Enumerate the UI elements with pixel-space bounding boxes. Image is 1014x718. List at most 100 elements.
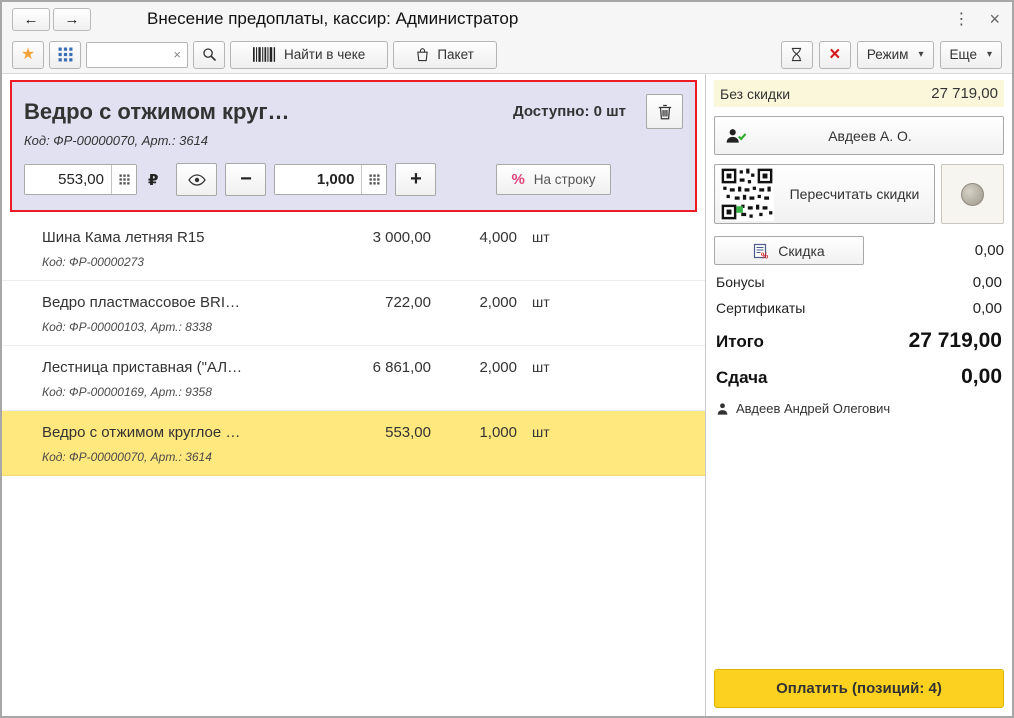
forward-arrow-icon: → bbox=[65, 11, 80, 28]
quantity-input-box bbox=[274, 164, 387, 195]
decrease-qty-button[interactable]: − bbox=[225, 163, 266, 196]
item-unit: шт bbox=[517, 294, 567, 310]
list-item[interactable]: Шина Кама летняя R15 3 000,00 4,000 шт К… bbox=[2, 216, 705, 281]
spacer bbox=[714, 416, 1004, 669]
chevron-down-icon: ▾ bbox=[987, 49, 992, 60]
price-input-box bbox=[24, 164, 137, 195]
price-input[interactable] bbox=[25, 165, 111, 194]
discount-doc-icon: % bbox=[753, 243, 769, 259]
total-row: Итого 27 719,00 bbox=[714, 329, 1004, 353]
app-window: ← → Внесение предоплаты, кассир: Админис… bbox=[0, 0, 1014, 718]
close-icon[interactable]: × bbox=[987, 9, 1002, 30]
favorites-button[interactable]: ★ bbox=[12, 41, 44, 69]
back-button[interactable]: ← bbox=[12, 8, 50, 31]
total-value: 27 719,00 bbox=[909, 329, 1002, 353]
minus-icon: − bbox=[240, 168, 252, 191]
list-item-main: Лестница приставная ("АЛ… 6 861,00 2,000… bbox=[2, 359, 705, 376]
discount-button[interactable]: % Скидка bbox=[714, 236, 864, 265]
list-item-selected[interactable]: Ведро с отжимом круглое … 553,00 1,000 ш… bbox=[2, 411, 705, 476]
bag-icon bbox=[416, 47, 429, 62]
mode-dropdown-button[interactable]: Режим ▾ bbox=[857, 41, 934, 69]
customer-short-name: Авдеев А. О. bbox=[747, 128, 993, 144]
clear-search-icon[interactable]: × bbox=[167, 47, 187, 62]
more-label: Еще bbox=[950, 47, 977, 62]
qr-row: Пересчитать скидки bbox=[714, 164, 1004, 224]
quantity-input[interactable] bbox=[275, 165, 361, 194]
change-value: 0,00 bbox=[961, 365, 1002, 389]
item-qty: 2,000 bbox=[431, 294, 517, 311]
recalc-discounts-label: Пересчитать скидки bbox=[780, 185, 929, 203]
line-discount-button[interactable]: % На строку bbox=[496, 164, 610, 195]
item-price: 3 000,00 bbox=[319, 229, 431, 246]
more-dropdown-button[interactable]: Еще ▾ bbox=[940, 41, 1003, 69]
item-price: 6 861,00 bbox=[319, 359, 431, 376]
numpad-icon[interactable] bbox=[361, 165, 386, 194]
discount-row: % Скидка 0,00 bbox=[714, 236, 1004, 265]
ruble-sign: ₽ bbox=[148, 171, 158, 189]
search-input[interactable] bbox=[87, 43, 167, 67]
item-unit: шт bbox=[517, 229, 567, 245]
pay-button[interactable]: Оплатить (позиций: 4) bbox=[714, 669, 1004, 708]
person-check-icon bbox=[725, 127, 747, 145]
package-button[interactable]: Пакет bbox=[393, 41, 497, 69]
summary-panel: Без скидки 27 719,00 Авдеев А. О. bbox=[706, 74, 1012, 716]
find-in-check-label: Найти в чеке bbox=[284, 47, 365, 62]
window-menu-icon[interactable]: ⋮ bbox=[949, 9, 973, 29]
percent-icon: % bbox=[511, 171, 524, 188]
discount-value: 0,00 bbox=[975, 242, 1004, 259]
customer-button[interactable]: Авдеев А. О. bbox=[714, 116, 1004, 155]
forward-button[interactable]: → bbox=[53, 8, 91, 31]
package-label: Пакет bbox=[437, 47, 474, 62]
item-name: Шина Кама летняя R15 bbox=[42, 229, 319, 246]
coin-button[interactable] bbox=[941, 164, 1004, 224]
list-item[interactable]: Ведро пластмассовое BRI… 722,00 2,000 шт… bbox=[2, 281, 705, 346]
customer-full-name: Авдеев Андрей Олегович bbox=[736, 401, 890, 416]
no-discount-label: Без скидки bbox=[720, 86, 790, 102]
catalog-grid-button[interactable] bbox=[49, 41, 81, 69]
item-code: Код: ФР-00000070, Арт.: 3614 bbox=[2, 441, 705, 464]
discount-label: Скидка bbox=[778, 243, 824, 259]
list-item[interactable]: Лестница приставная ("АЛ… 6 861,00 2,000… bbox=[2, 346, 705, 411]
current-item-controls: ₽ − bbox=[24, 163, 683, 196]
svg-text:%: % bbox=[761, 251, 768, 259]
plus-icon: + bbox=[410, 168, 422, 191]
current-item-name: Ведро с отжимом круг… bbox=[24, 99, 501, 125]
current-item-panel: Ведро с отжимом круг… Доступно: 0 шт Код… bbox=[10, 80, 697, 212]
main-area: Ведро с отжимом круг… Доступно: 0 шт Код… bbox=[2, 74, 1012, 716]
red-x-icon: × bbox=[829, 45, 840, 64]
delete-line-button[interactable] bbox=[646, 94, 683, 129]
person-icon bbox=[716, 402, 729, 416]
recalc-discounts-button[interactable]: Пересчитать скидки bbox=[714, 164, 935, 224]
search-icon bbox=[202, 47, 217, 62]
toolbar: ★ × bbox=[2, 36, 1012, 74]
cancel-check-button[interactable]: × bbox=[819, 41, 851, 69]
search-button[interactable] bbox=[193, 41, 225, 69]
item-code: Код: ФР-00000103, Арт.: 8338 bbox=[2, 311, 705, 334]
current-item-header: Ведро с отжимом круг… Доступно: 0 шт bbox=[24, 94, 683, 129]
list-item-main: Шина Кама летняя R15 3 000,00 4,000 шт bbox=[2, 229, 705, 246]
qr-code-icon bbox=[720, 167, 774, 221]
total-label: Итого bbox=[716, 332, 764, 352]
item-qty: 4,000 bbox=[431, 229, 517, 246]
increase-qty-button[interactable]: + bbox=[395, 163, 436, 196]
item-name: Лестница приставная ("АЛ… bbox=[42, 359, 319, 376]
postpone-button[interactable] bbox=[781, 41, 813, 69]
numpad-icon[interactable] bbox=[111, 165, 136, 194]
chevron-down-icon: ▾ bbox=[918, 49, 923, 60]
trash-icon bbox=[656, 103, 674, 121]
item-unit: шт bbox=[517, 424, 567, 440]
find-in-check-button[interactable]: Найти в чеке bbox=[230, 41, 388, 69]
title-actions: ⋮ × bbox=[949, 9, 1002, 30]
item-price: 553,00 bbox=[319, 424, 431, 441]
list-item-main: Ведро пластмассовое BRI… 722,00 2,000 шт bbox=[2, 294, 705, 311]
item-code: Код: ФР-00000169, Арт.: 9358 bbox=[2, 376, 705, 399]
view-item-button[interactable] bbox=[176, 163, 217, 196]
coin-icon bbox=[961, 183, 984, 206]
no-discount-value: 27 719,00 bbox=[931, 85, 998, 102]
certificates-value: 0,00 bbox=[973, 300, 1002, 317]
window-title: Внесение предоплаты, кассир: Администрат… bbox=[147, 9, 518, 29]
star-icon: ★ bbox=[21, 47, 35, 63]
product-list: Шина Кама летняя R15 3 000,00 4,000 шт К… bbox=[2, 216, 705, 716]
item-name: Ведро с отжимом круглое … bbox=[42, 424, 319, 441]
titlebar: ← → Внесение предоплаты, кассир: Админис… bbox=[2, 2, 1012, 36]
